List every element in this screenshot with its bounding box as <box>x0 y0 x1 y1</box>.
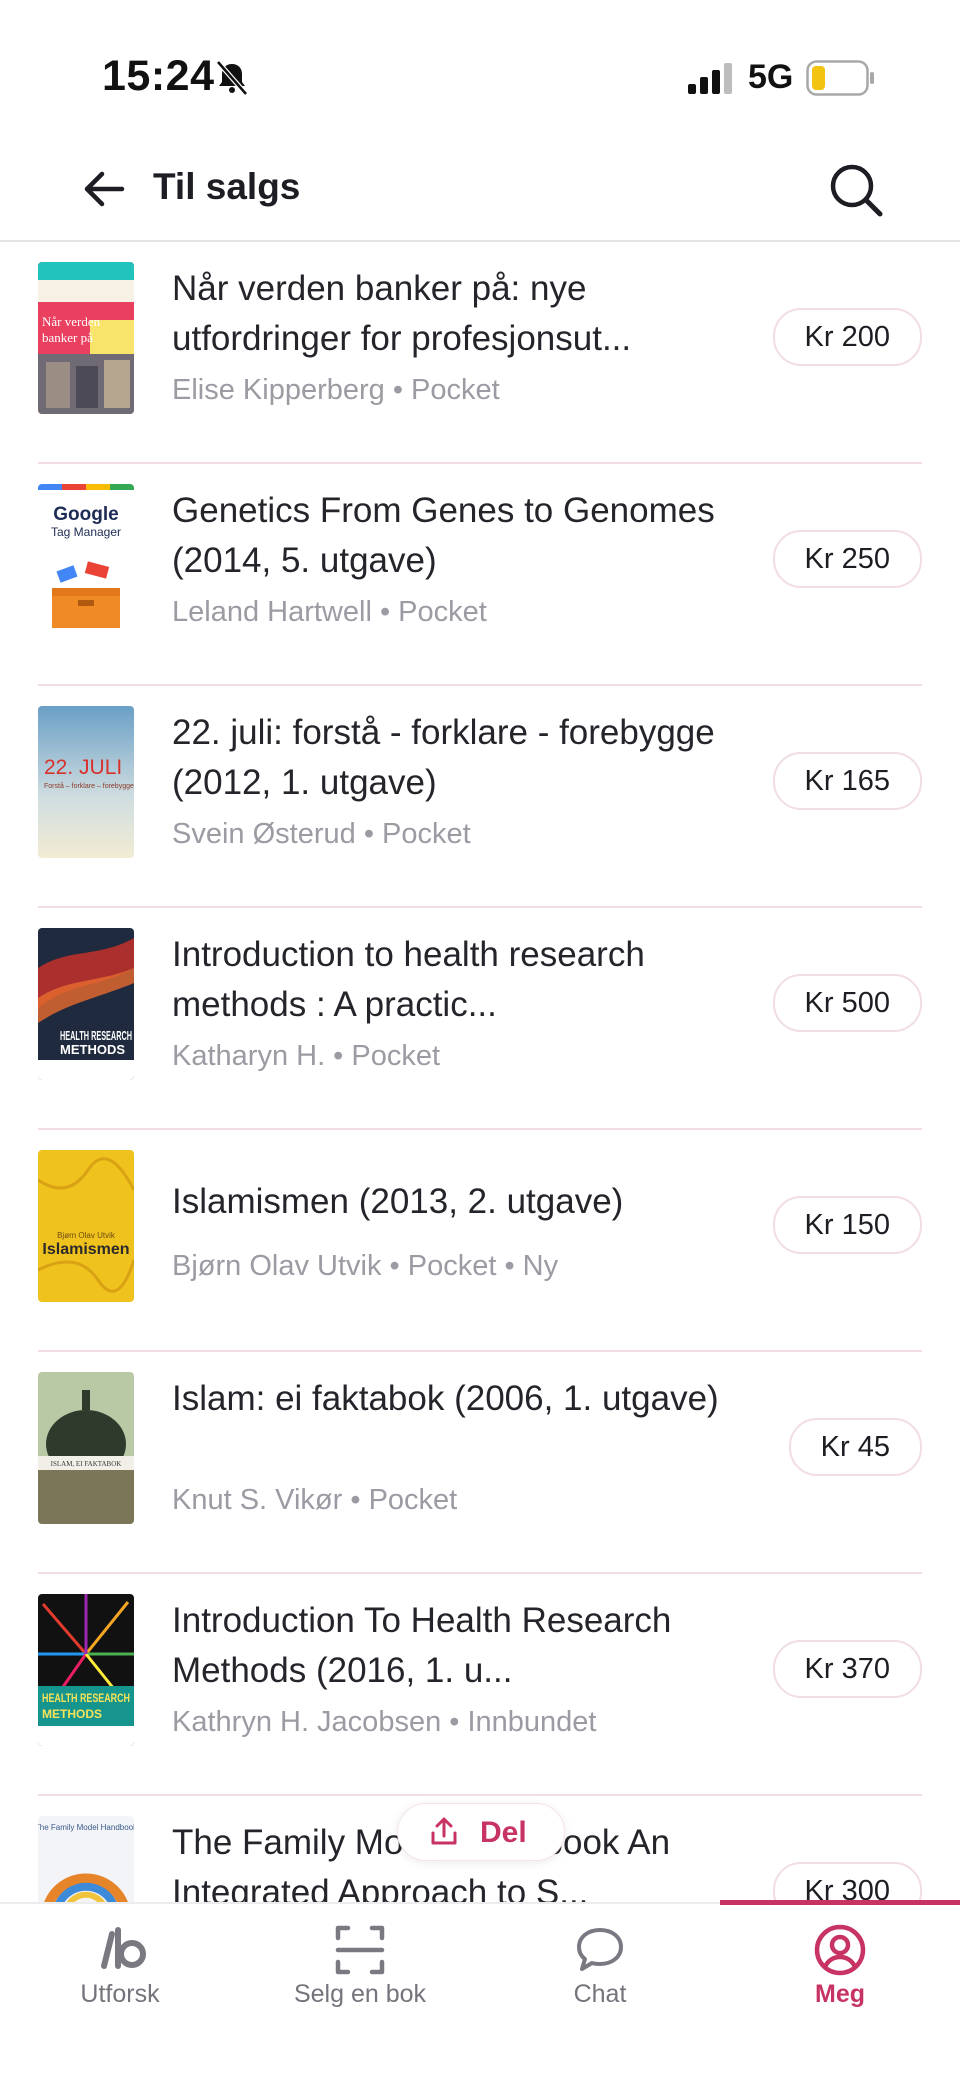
list-item[interactable]: Når verden banker på Når verden banker p… <box>0 242 960 464</box>
svg-text:HEALTH RESEARCH: HEALTH RESEARCH <box>42 1691 130 1705</box>
nav-label: Meg <box>815 1980 865 2008</box>
scan-icon <box>335 1925 385 1975</box>
nav-label: Utforsk <box>80 1980 160 2008</box>
nav-label: Selg en bok <box>293 1980 427 2008</box>
page-title: Til salgs <box>153 166 301 207</box>
price-badge: Kr 500 <box>772 974 922 1032</box>
book-meta: Bjørn Olav Utvik • Pocket • Ny <box>172 1250 559 1282</box>
svg-text:Tag Manager: Tag Manager <box>51 525 121 539</box>
svg-text:METHODS: METHODS <box>60 1042 125 1057</box>
book-cover: Google Tag Manager <box>38 484 134 636</box>
nav-sell-book[interactable]: Selg en bok <box>240 1904 480 2044</box>
status-bar: 15:24 5G <box>0 0 960 150</box>
book-meta: Svein Østerud • Pocket <box>172 818 471 850</box>
price-badge: Kr 45 <box>788 1418 922 1476</box>
share-button[interactable]: Del <box>397 1803 565 1861</box>
list-item[interactable]: 22. JULI Forstå – forklare – forebygge 2… <box>0 686 960 908</box>
book-cover: 22. JULI Forstå – forklare – forebygge <box>38 706 134 858</box>
svg-text:Islamismen: Islamismen <box>42 1241 129 1258</box>
network-type: 5G <box>748 58 794 96</box>
price-badge: Kr 150 <box>772 1196 922 1254</box>
book-title: Genetics From Genes to Genomes (2014, 5.… <box>172 491 715 580</box>
book-meta: Knut S. Vikør • Pocket <box>172 1484 458 1516</box>
list-item[interactable]: Bjørn Olav Utvik Islamismen Islamismen (… <box>0 1130 960 1352</box>
svg-text:Når verden: Når verden <box>42 314 101 329</box>
chat-bubble-icon <box>577 1928 623 1971</box>
book-meta: Leland Hartwell • Pocket <box>172 596 487 628</box>
svg-text:HEALTH RESEARCH: HEALTH RESEARCH <box>60 1028 132 1043</box>
status-time: 15:24 <box>102 52 215 100</box>
book-cover: ISLAM, EI FAKTABOK <box>38 1372 134 1524</box>
svg-text:METHODS: METHODS <box>42 1707 102 1721</box>
svg-text:Bjørn Olav Utvik: Bjørn Olav Utvik <box>57 1231 116 1240</box>
price-badge: Kr 370 <box>772 1640 922 1698</box>
book-meta: Elise Kipperberg • Pocket <box>172 374 500 406</box>
list-item[interactable]: ISLAM, EI FAKTABOK Islam: ei faktabok (2… <box>0 1352 960 1574</box>
book-title: Introduction To Health Research Methods … <box>172 1601 672 1690</box>
battery-icon <box>806 60 874 96</box>
app-header: Til salgs <box>0 140 960 242</box>
nav-chat[interactable]: Chat <box>480 1904 720 2044</box>
bell-muted-icon <box>216 60 248 96</box>
book-cover: HEALTH RESEARCH METHODS <box>38 928 134 1080</box>
list-item[interactable]: HEALTH RESEARCH METHODS Introduction To … <box>0 1574 960 1796</box>
book-title: Introduction to health research methods … <box>172 935 645 1024</box>
book-cover: Bjørn Olav Utvik Islamismen <box>38 1150 134 1302</box>
bottom-navigation: Utforsk Selg en bok Chat Meg <box>0 1900 960 2089</box>
search-icon[interactable] <box>826 160 886 220</box>
svg-text:Forstå – forklare – forebygge: Forstå – forklare – forebygge <box>44 782 134 790</box>
nav-label: Chat <box>573 1980 627 2008</box>
nav-profile[interactable]: Meg <box>720 1904 960 2044</box>
book-cover: HEALTH RESEARCH METHODS <box>38 1594 134 1746</box>
price-badge: Kr 165 <box>772 752 922 810</box>
svg-text:Google: Google <box>53 504 118 525</box>
explore-logo-icon <box>101 1927 146 1969</box>
book-title: Islamismen (2013, 2. utgave) <box>172 1182 624 1221</box>
book-title: 22. juli: forstå - forklare - forebygge … <box>172 713 715 802</box>
cell-signal-icon <box>688 63 732 94</box>
share-label: Del <box>480 1816 527 1849</box>
share-icon <box>431 1817 457 1845</box>
book-cover: The Family Model Handbook <box>38 1816 134 1902</box>
arrow-left-icon[interactable] <box>78 162 132 216</box>
svg-text:The Family Model Handbook: The Family Model Handbook <box>38 1823 134 1832</box>
price-badge: Kr 200 <box>772 308 922 366</box>
price-badge: Kr 250 <box>772 530 922 588</box>
svg-text:22. JULI: 22. JULI <box>44 756 122 779</box>
book-title: Islam: ei faktabok (2006, 1. utgave) <box>172 1379 719 1418</box>
profile-icon <box>814 1924 866 1976</box>
svg-text:banker på: banker på <box>42 330 93 345</box>
price-badge: Kr 300 <box>772 1862 922 1902</box>
list-item[interactable]: Google Tag Manager Genetics From Genes t… <box>0 464 960 686</box>
listings-list: Når verden banker på Når verden banker p… <box>0 242 960 1902</box>
book-title: Når verden banker på: nye utfordringer f… <box>172 269 632 358</box>
book-meta: Katharyn H. • Pocket <box>172 1040 441 1072</box>
list-item[interactable]: HEALTH RESEARCH METHODS Introduction to … <box>0 908 960 1130</box>
home-indicator-area <box>0 2044 960 2089</box>
book-cover: Når verden banker på <box>38 262 134 414</box>
nav-explore[interactable]: Utforsk <box>0 1904 240 2044</box>
svg-text:ISLAM, EI FAKTABOK: ISLAM, EI FAKTABOK <box>51 1460 122 1468</box>
book-meta: Kathryn H. Jacobsen • Innbundet <box>172 1706 597 1738</box>
